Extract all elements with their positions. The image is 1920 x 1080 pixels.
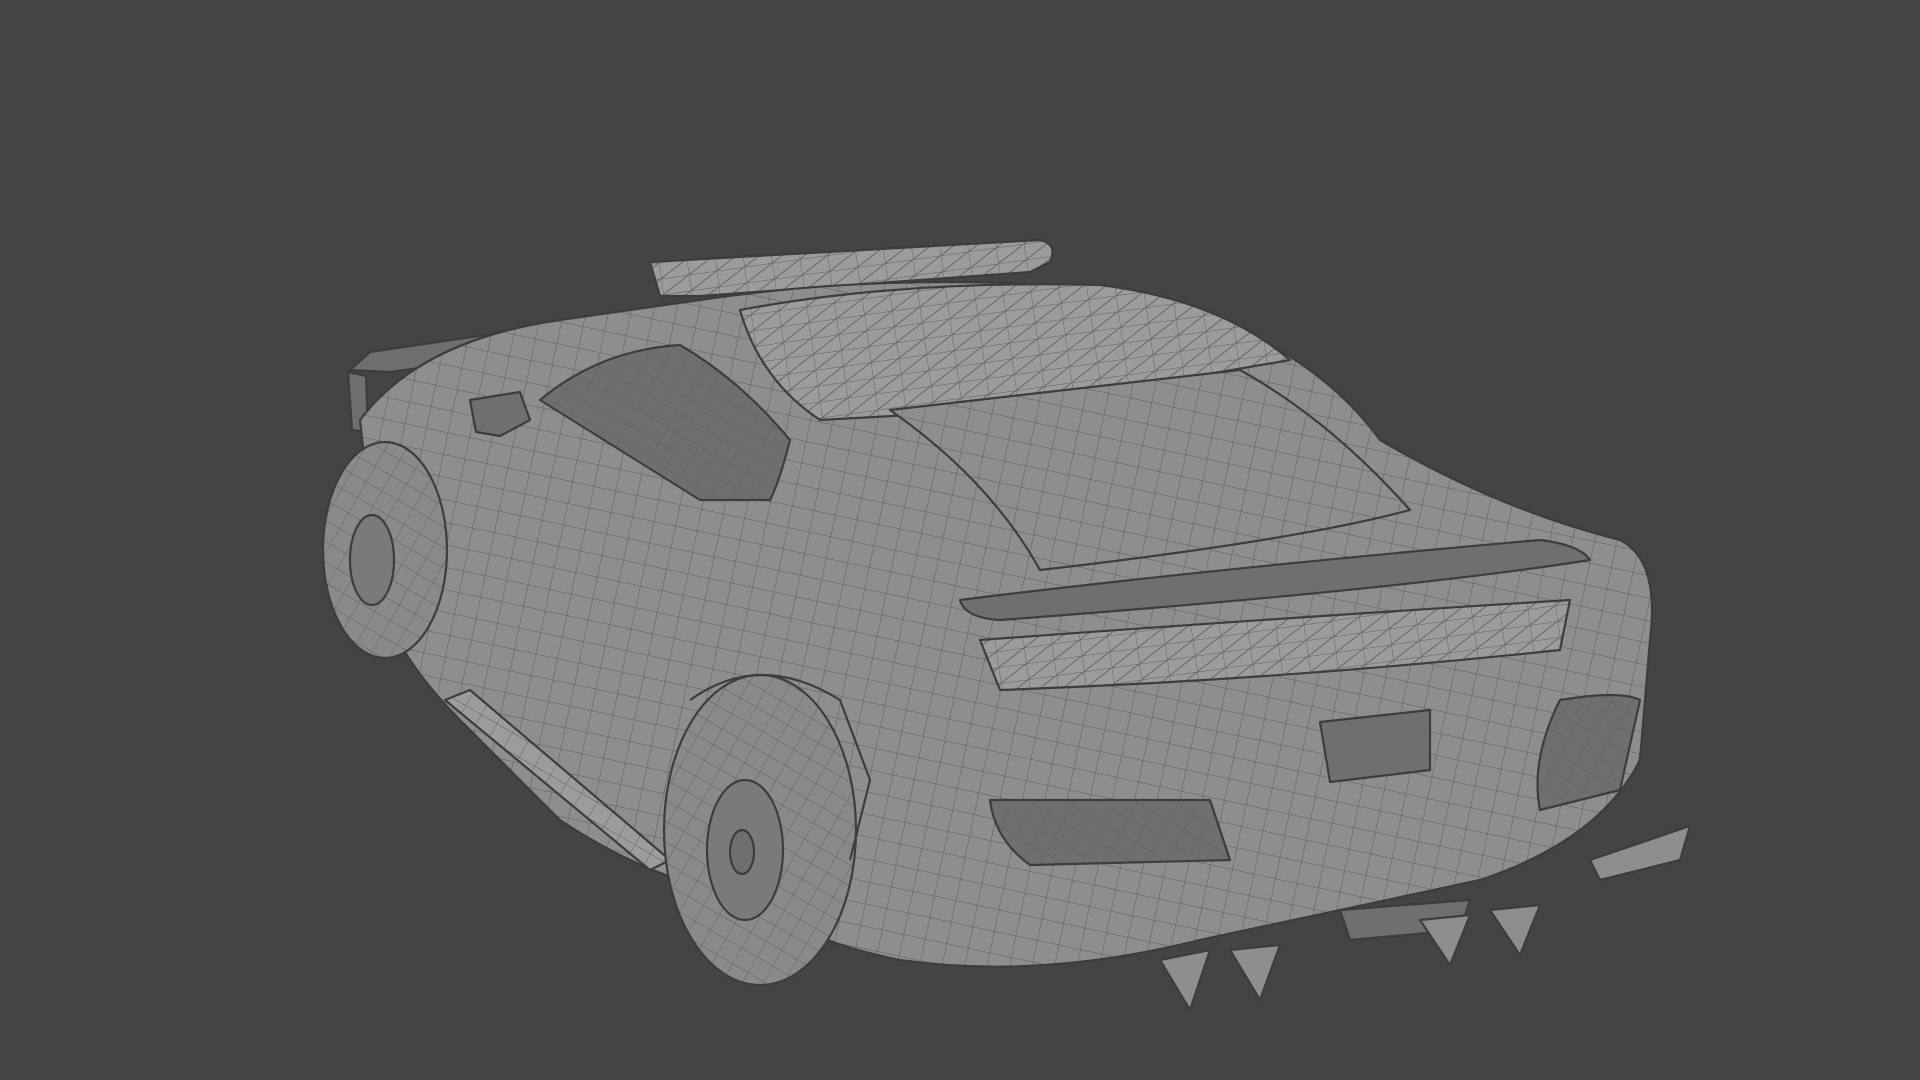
car-body bbox=[358, 280, 1692, 1012]
rear-wheel bbox=[662, 673, 858, 987]
3d-viewport[interactable] bbox=[0, 0, 1920, 1080]
front-wheel bbox=[321, 440, 449, 660]
car-model-render[interactable] bbox=[0, 0, 1920, 1080]
